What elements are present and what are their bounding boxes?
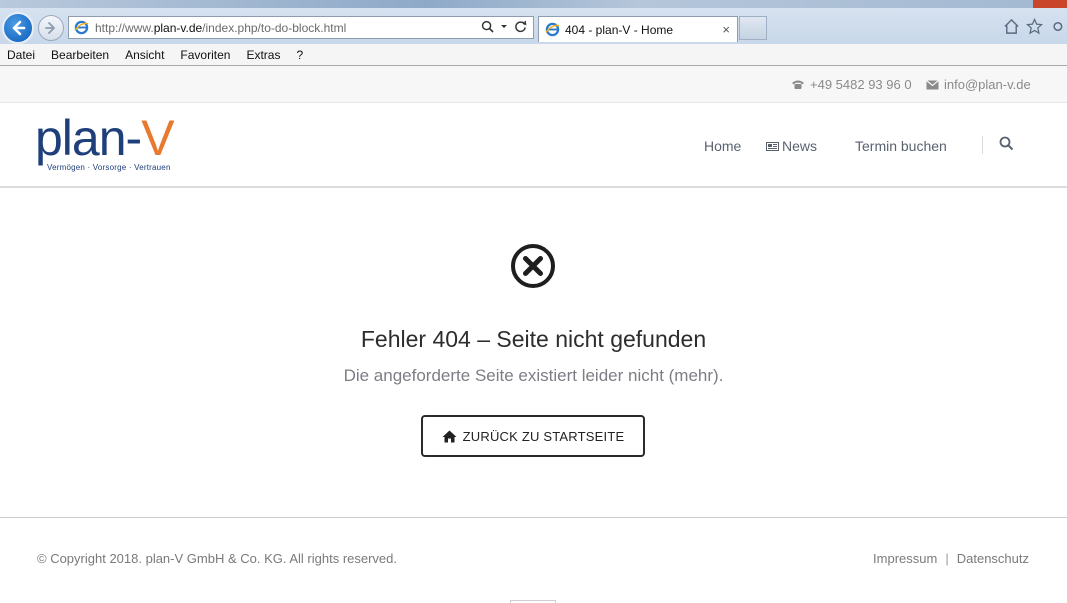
- error-section: Fehler 404 – Seite nicht gefunden Die an…: [0, 190, 1067, 517]
- newspaper-icon: [766, 141, 779, 151]
- email-contact[interactable]: info@plan-v.de: [926, 77, 1031, 92]
- phone-contact[interactable]: +49 5482 93 96 0: [791, 77, 912, 92]
- browser-toolbar: http://www. plan-v.de/index.php/to-do-blo…: [0, 0, 1067, 44]
- tab-title: 404 - plan-V - Home: [565, 22, 674, 37]
- menu-item-ansicht[interactable]: Ansicht: [125, 48, 164, 62]
- contact-bar: +49 5482 93 96 0 info@plan-v.de: [0, 66, 1067, 103]
- error-message: Die angeforderte Seite existiert leider …: [343, 366, 724, 385]
- phone-icon: [792, 80, 804, 89]
- logo-tagline: Vermögen · Vorsorge · Vertrauen: [47, 163, 171, 172]
- logo-part1: plan-: [35, 110, 142, 166]
- error-title: Fehler 404 – Seite nicht gefunden: [360, 326, 707, 352]
- site-header: plan-V Vermögen · Vorsorge · Vertrauen H…: [0, 103, 1067, 188]
- menu-item-extras[interactable]: Extras: [246, 48, 280, 62]
- site-footer: © Copyright 2018. plan-V GmbH & Co. KG. …: [0, 517, 1067, 603]
- url-domain: plan-v.de: [153, 20, 203, 35]
- search-icon[interactable]: [481, 20, 494, 33]
- footer-link-datenschutz[interactable]: Datenschutz: [957, 551, 1029, 566]
- menu-item-datei[interactable]: Datei: [7, 48, 35, 62]
- gear-icon[interactable]: [1049, 18, 1063, 35]
- back-to-home-button[interactable]: ZURÜCK ZU STARTSEITE: [421, 415, 645, 457]
- envelope-icon: [926, 79, 939, 89]
- email-address: info@plan-v.de: [944, 77, 1031, 92]
- error-x-icon: [511, 244, 555, 288]
- tab-close-icon[interactable]: ×: [722, 22, 730, 37]
- url-path: /index.php/to-do-block.html: [202, 20, 347, 35]
- dropdown-arrow-icon[interactable]: [500, 20, 508, 33]
- phone-number: +49 5482 93 96 0: [810, 77, 912, 92]
- arrow-left-icon: [12, 20, 26, 36]
- star-icon[interactable]: [1026, 18, 1043, 35]
- back-to-home-label: ZURÜCK ZU STARTSEITE: [462, 428, 625, 444]
- menu-item-bearbeiten[interactable]: Bearbeiten: [51, 48, 109, 62]
- site-search-button[interactable]: [999, 136, 1014, 156]
- home-icon[interactable]: [1003, 18, 1020, 35]
- nav-item-home[interactable]: Home: [704, 138, 741, 154]
- back-button[interactable]: [2, 12, 34, 44]
- nav-item-termin[interactable]: Termin buchen: [855, 138, 947, 154]
- site-logo[interactable]: plan-V Vermögen · Vorsorge · Vertrauen: [35, 110, 175, 172]
- nav-divider: [982, 136, 983, 154]
- new-tab-button[interactable]: [739, 16, 767, 40]
- window-close-button[interactable]: [1033, 0, 1067, 8]
- menu-bar: Datei Bearbeiten Ansicht Favoriten Extra…: [0, 44, 1067, 66]
- search-icon: [999, 136, 1014, 151]
- address-bar[interactable]: http://www. plan-v.de/index.php/to-do-blo…: [68, 16, 534, 39]
- ie-logo-icon: [74, 20, 89, 35]
- titlebar: [0, 0, 1067, 8]
- menu-item-help[interactable]: ?: [296, 48, 303, 62]
- logo-wordmark: plan-V: [35, 110, 175, 166]
- refresh-icon[interactable]: [514, 20, 527, 33]
- copyright-text: © Copyright 2018. plan-V GmbH & Co. KG. …: [37, 551, 398, 566]
- forward-button[interactable]: [38, 15, 64, 41]
- ie-logo-icon: [545, 22, 560, 37]
- nav-news-label: News: [782, 138, 818, 154]
- url-prefix: http://www.: [95, 20, 154, 35]
- nav-item-news[interactable]: News: [766, 138, 817, 154]
- browser-tab-active[interactable]: 404 - plan-V - Home ×: [538, 16, 738, 42]
- logo-part2: V: [141, 110, 174, 166]
- menu-item-favoriten[interactable]: Favoriten: [180, 48, 230, 62]
- home-icon: [442, 430, 457, 442]
- footer-link-impressum[interactable]: Impressum: [873, 551, 937, 566]
- footer-link-separator: |: [945, 551, 949, 566]
- arrow-right-icon: [45, 22, 55, 34]
